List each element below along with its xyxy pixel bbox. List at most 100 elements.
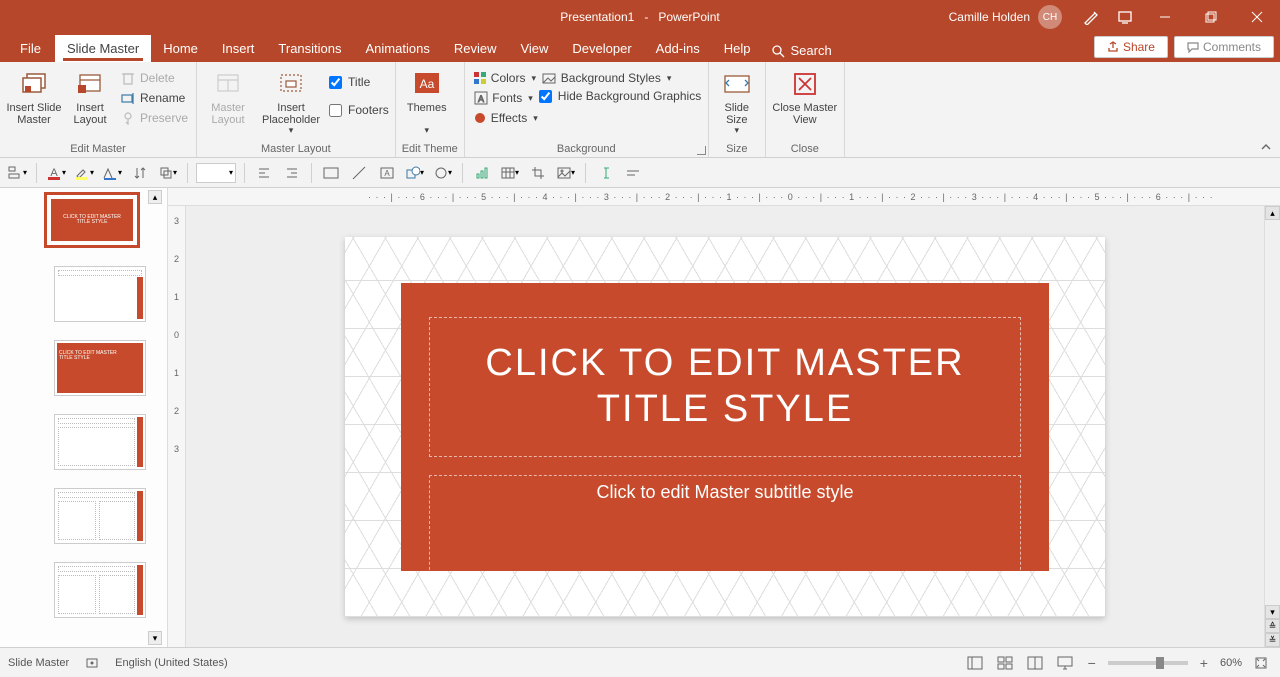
slideshow-button[interactable]: [1054, 653, 1076, 673]
underline-color-button[interactable]: ▾: [101, 162, 123, 184]
thumbnail-layout-1[interactable]: [54, 266, 146, 322]
prev-slide-icon[interactable]: ≙: [1265, 619, 1280, 633]
tab-review[interactable]: Review: [442, 35, 509, 62]
slide-background-box: Click to edit Master title style Click t…: [401, 283, 1049, 571]
master-layout-button: Master Layout: [203, 64, 253, 126]
search-placeholder: Search: [791, 43, 832, 58]
textbox-button[interactable]: A: [376, 162, 398, 184]
fonts-button[interactable]: AFonts▾: [471, 88, 535, 108]
thumbnail-layout-5[interactable]: [54, 562, 146, 618]
thumbnail-master[interactable]: CLICK TO EDIT MASTER TITLE STYLE: [44, 192, 140, 248]
maximize-button[interactable]: [1188, 0, 1234, 34]
picture-button[interactable]: ▾: [555, 162, 577, 184]
tell-me-search[interactable]: Search: [763, 39, 840, 62]
preserve-button: Preserve: [118, 108, 190, 128]
themes-button[interactable]: Aa Themes▾: [402, 64, 452, 136]
comments-button[interactable]: Comments: [1174, 36, 1274, 58]
highlight-button[interactable]: ▾: [73, 162, 95, 184]
rectangle-shape-button[interactable]: [320, 162, 342, 184]
align-left-button[interactable]: [253, 162, 275, 184]
group-size: Slide Size▾ Size: [709, 62, 766, 157]
tab-addins[interactable]: Add-ins: [644, 35, 712, 62]
background-styles-button[interactable]: Background Styles▾: [539, 68, 702, 88]
sorter-view-button[interactable]: [994, 653, 1016, 673]
tab-insert[interactable]: Insert: [210, 35, 267, 62]
align-right-button[interactable]: [281, 162, 303, 184]
tab-view[interactable]: View: [508, 35, 560, 62]
title-placeholder[interactable]: Click to edit Master title style: [429, 317, 1021, 457]
tab-developer[interactable]: Developer: [560, 35, 643, 62]
rename-button[interactable]: Rename: [118, 88, 190, 108]
hide-background-checkbox[interactable]: Hide Background Graphics: [539, 88, 702, 104]
insert-layout-icon: [74, 68, 106, 100]
thumbnail-panel: ▴ CLICK TO EDIT MASTER TITLE STYLE CLICK…: [0, 188, 168, 647]
search-icon: [771, 44, 785, 58]
oval-button[interactable]: ▾: [432, 162, 454, 184]
next-slide-icon[interactable]: ≚: [1265, 633, 1280, 647]
zoom-in-button[interactable]: +: [1196, 655, 1212, 671]
sort-button[interactable]: [129, 162, 151, 184]
subtitle-placeholder[interactable]: Click to edit Master subtitle style: [429, 475, 1021, 575]
crop-button[interactable]: [527, 162, 549, 184]
symbol-button[interactable]: [594, 162, 616, 184]
tab-help[interactable]: Help: [712, 35, 763, 62]
tab-home[interactable]: Home: [151, 35, 210, 62]
zoom-level[interactable]: 60%: [1220, 657, 1242, 669]
scroll-up-icon[interactable]: ▴: [1265, 206, 1280, 220]
tab-transitions[interactable]: Transitions: [266, 35, 353, 62]
insert-placeholder-button[interactable]: Insert Placeholder▾: [257, 64, 325, 136]
table-button[interactable]: ▾: [499, 162, 521, 184]
footers-checkbox[interactable]: Footers: [329, 102, 389, 118]
slide[interactable]: Click to edit Master title style Click t…: [345, 237, 1105, 617]
group-label: Background: [471, 141, 702, 157]
effects-button[interactable]: Effects▾: [471, 108, 535, 128]
align-objects-button[interactable]: ▾: [6, 162, 28, 184]
close-button[interactable]: [1234, 0, 1280, 34]
fit-to-window-button[interactable]: [1250, 653, 1272, 673]
thumbnail-layout-2[interactable]: CLICK TO EDIT MASTERTITLE STYLE: [54, 340, 146, 396]
zoom-slider[interactable]: [1108, 661, 1188, 665]
share-button[interactable]: Share: [1094, 36, 1168, 58]
colors-button[interactable]: Colors▾: [471, 68, 535, 88]
display-options-icon[interactable]: [1108, 0, 1142, 34]
slide-size-button[interactable]: Slide Size▾: [715, 64, 759, 136]
accessibility-icon[interactable]: [85, 656, 99, 670]
tab-animations[interactable]: Animations: [354, 35, 442, 62]
normal-view-button[interactable]: [964, 653, 986, 673]
minimize-button[interactable]: [1142, 0, 1188, 34]
group-master-layout: Master Layout Insert Placeholder▾ Title …: [197, 62, 396, 157]
slide-viewport[interactable]: Click to edit Master title style Click t…: [186, 206, 1264, 647]
font-color-button[interactable]: A▾: [45, 162, 67, 184]
tab-file[interactable]: File: [6, 35, 55, 62]
status-mode[interactable]: Slide Master: [8, 657, 69, 669]
chevron-down-icon: ▾: [528, 93, 533, 104]
insert-layout-button[interactable]: Insert Layout: [66, 64, 114, 126]
title-checkbox[interactable]: Title: [329, 74, 389, 90]
insert-slide-master-button[interactable]: Insert Slide Master: [6, 64, 62, 126]
thumbnail-layout-3[interactable]: [54, 414, 146, 470]
layers-button[interactable]: ▾: [157, 162, 179, 184]
draw-toggle-icon[interactable]: [1074, 0, 1108, 34]
tab-slide-master[interactable]: Slide Master: [55, 35, 151, 62]
more-button[interactable]: [622, 162, 644, 184]
scroll-up-button[interactable]: ▴: [148, 190, 162, 204]
user-name[interactable]: Camille Holden: [949, 10, 1030, 24]
chart-button[interactable]: [471, 162, 493, 184]
group-label: Master Layout: [203, 141, 389, 157]
collapse-ribbon-button[interactable]: [1260, 141, 1272, 153]
zoom-out-button[interactable]: −: [1084, 655, 1100, 671]
zoom-slider-thumb[interactable]: [1156, 657, 1164, 669]
line-shape-button[interactable]: [348, 162, 370, 184]
chevron-down-icon: ▾: [424, 126, 429, 136]
scroll-down-button[interactable]: ▾: [148, 631, 162, 645]
vertical-scrollbar[interactable]: ▴ ▾ ≙ ≚: [1264, 206, 1280, 647]
thumbnail-layout-4[interactable]: [54, 488, 146, 544]
insert-slide-master-icon: [18, 68, 50, 100]
reading-view-button[interactable]: [1024, 653, 1046, 673]
scroll-down-icon[interactable]: ▾: [1265, 605, 1280, 619]
shapes-button[interactable]: ▾: [404, 162, 426, 184]
close-master-view-button[interactable]: Close Master View: [772, 64, 838, 126]
status-language[interactable]: English (United States): [115, 657, 228, 669]
font-size-field[interactable]: ▾: [196, 163, 236, 183]
user-avatar[interactable]: CH: [1038, 5, 1062, 29]
